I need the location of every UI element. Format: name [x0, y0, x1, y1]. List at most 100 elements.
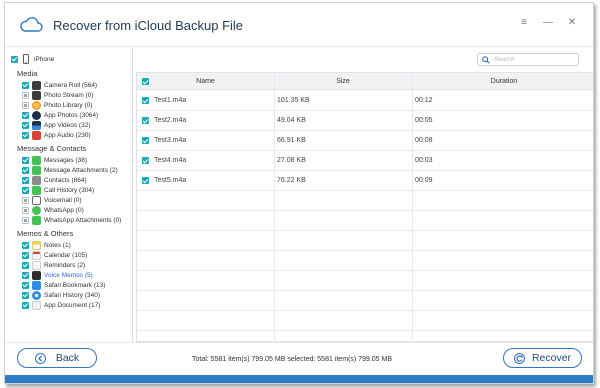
table-row[interactable]: Test1.m4a 101.35 KB 00:12	[137, 91, 593, 111]
checkbox[interactable]	[22, 166, 29, 174]
file-duration: 00:12	[415, 97, 433, 104]
sidebar-item-label: App Videos (32)	[44, 121, 91, 129]
file-name: Test5.m4a	[154, 177, 187, 184]
file-name: Test4.m4a	[154, 157, 187, 164]
back-arrow-icon	[34, 352, 46, 364]
checkbox[interactable]	[22, 241, 29, 249]
camera-icon	[32, 80, 41, 90]
checkbox[interactable]	[22, 271, 29, 279]
checkbox[interactable]	[22, 91, 29, 99]
sidebar-item-label: Messages (38)	[44, 156, 87, 164]
sidebar-item-label: Photo Library (0)	[44, 101, 93, 109]
sidebar-item-label: Message Attachments (2)	[44, 166, 118, 174]
calendar-icon	[32, 250, 41, 260]
search-input[interactable]: Search	[494, 56, 515, 63]
photo-stream-icon	[32, 90, 41, 100]
checkbox[interactable]	[22, 121, 29, 129]
group-memos-others-label: Memos & Others	[17, 229, 74, 238]
table-row[interactable]: Test2.m4a 49.04 KB 00:05	[137, 111, 593, 131]
checkbox[interactable]	[22, 196, 29, 204]
empty-row	[137, 251, 593, 271]
back-button[interactable]: Back	[17, 348, 97, 368]
sidebar-item-app-videos[interactable]: App Videos (32)	[22, 120, 91, 130]
sidebar-item-call-history[interactable]: Call History (304)	[22, 185, 94, 195]
bookmark-icon	[32, 280, 41, 290]
column-header-name[interactable]: Name	[137, 73, 274, 90]
minimize-icon[interactable]: —	[541, 16, 555, 30]
file-size: 76.22 KB	[277, 177, 306, 184]
recover-icon	[513, 352, 525, 364]
sidebar-item-reminders[interactable]: Reminders (2)	[22, 260, 85, 270]
sidebar-item-label: Safari Bookmark (13)	[44, 281, 106, 289]
table-row[interactable]: Test3.m4a 66.91 KB 00:08	[137, 131, 593, 151]
row-checkbox[interactable]	[142, 137, 149, 144]
checkbox[interactable]	[22, 156, 29, 164]
row-checkbox[interactable]	[142, 177, 149, 184]
whatsapp-attachments-icon	[32, 215, 41, 225]
sidebar-item-message-attachments[interactable]: Message Attachments (2)	[22, 165, 118, 175]
sidebar-item-photo-library[interactable]: Photo Library (0)	[22, 100, 92, 110]
checkbox[interactable]	[22, 176, 29, 184]
file-duration: 00:09	[415, 177, 433, 184]
checkbox[interactable]	[22, 281, 29, 289]
row-checkbox[interactable]	[142, 97, 149, 104]
sidebar-item-app-audio[interactable]: App Audio (230)	[22, 130, 91, 140]
empty-row	[137, 291, 593, 311]
table-row[interactable]: Test5.m4a 76.22 KB 00:09	[137, 171, 593, 191]
checkbox[interactable]	[22, 301, 29, 309]
category-sidebar: iPhone Media Camera Roll (564) Photo Str…	[5, 48, 133, 342]
sidebar-item-label: App Document (17)	[44, 301, 101, 309]
checkbox[interactable]	[22, 186, 29, 194]
close-icon[interactable]: ✕	[565, 16, 579, 30]
device-label: iPhone	[34, 55, 55, 63]
menu-icon[interactable]: ≡	[517, 16, 531, 30]
sidebar-item-whatsapp[interactable]: WhatsApp (0)	[22, 205, 84, 215]
back-button-label: Back	[55, 352, 80, 364]
app-audio-icon	[32, 130, 41, 140]
group-message-contacts-label: Message & Contacts	[17, 144, 87, 153]
recover-button[interactable]: Recover	[503, 348, 582, 368]
sidebar-item-safari-history[interactable]: Safari History (340)	[22, 290, 100, 300]
sidebar-item-safari-bookmark[interactable]: Safari Bookmark (13)	[22, 280, 105, 290]
sidebar-item-calendar[interactable]: Calendar (105)	[22, 250, 87, 260]
sidebar-item-messages[interactable]: Messages (38)	[22, 155, 87, 165]
checkbox[interactable]	[22, 261, 29, 269]
checkbox[interactable]	[22, 101, 29, 109]
sidebar-item-camera-roll[interactable]: Camera Roll (564)	[22, 80, 97, 90]
sidebar-item-voicemail[interactable]: Voicemail (0)	[22, 195, 82, 205]
checkbox[interactable]	[22, 206, 29, 214]
checkbox[interactable]	[22, 111, 29, 119]
checkbox[interactable]	[22, 81, 29, 89]
sidebar-item-voice-memos[interactable]: Voice Memos (5)	[22, 270, 93, 280]
sidebar-item-app-photos[interactable]: App Photos (3064)	[22, 110, 98, 120]
checkbox[interactable]	[22, 291, 29, 299]
sidebar-item-label: Camera Roll (564)	[44, 81, 98, 89]
sidebar-item-whatsapp-attachments[interactable]: WhatsApp Attachments (0)	[22, 215, 121, 225]
row-checkbox[interactable]	[142, 117, 149, 124]
contacts-icon	[32, 175, 41, 185]
checkbox[interactable]	[22, 216, 29, 224]
bottom-accent-bar	[5, 375, 593, 383]
sidebar-item-label: Notes (1)	[44, 241, 71, 249]
photos-icon	[32, 100, 41, 110]
device-row[interactable]: iPhone	[11, 54, 54, 64]
search-box[interactable]: Search	[477, 53, 579, 66]
device-checkbox[interactable]	[11, 55, 18, 63]
file-table: Name Size Duration Test1.m4a 101.35 KB 0…	[136, 72, 593, 343]
column-header-duration[interactable]: Duration	[412, 73, 593, 90]
messages-icon	[32, 155, 41, 165]
sidebar-item-notes[interactable]: Notes (1)	[22, 240, 71, 250]
file-size: 49.04 KB	[277, 117, 306, 124]
column-header-size[interactable]: Size	[274, 73, 412, 90]
file-name: Test1.m4a	[154, 97, 187, 104]
row-checkbox[interactable]	[142, 157, 149, 164]
checkbox[interactable]	[22, 131, 29, 139]
sidebar-item-label: Safari History (340)	[44, 291, 100, 299]
app-videos-icon	[32, 120, 41, 130]
sidebar-item-app-document[interactable]: App Document (17)	[22, 300, 100, 310]
table-row[interactable]: Test4.m4a 27.08 KB 00:03	[137, 151, 593, 171]
empty-row	[137, 271, 593, 291]
sidebar-item-contacts[interactable]: Contacts (864)	[22, 175, 87, 185]
sidebar-item-photo-stream[interactable]: Photo Stream (0)	[22, 90, 94, 100]
checkbox[interactable]	[22, 251, 29, 259]
